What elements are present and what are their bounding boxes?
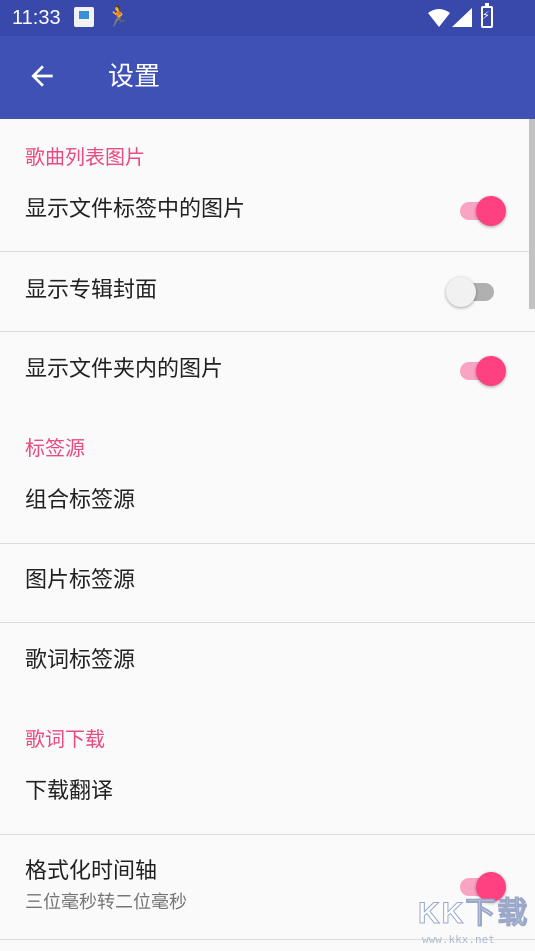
setting-show-album-cover[interactable]: 显示专辑封面 (0, 252, 535, 331)
section-header-list-images: 歌曲列表图片 (25, 145, 145, 169)
app-notification-icon (74, 7, 94, 27)
watermark: KK下载 www.kkx.net (417, 897, 530, 947)
setting-lyrics-tag-source[interactable]: 歌词标签源 (0, 623, 535, 703)
setting-title: 显示文件夹内的图片 (25, 357, 224, 382)
status-time: 11:33 (12, 7, 61, 29)
battery-charging-icon (481, 3, 493, 28)
section-header-lyrics-download: 歌词下载 (25, 727, 105, 751)
show-album-cover-switch[interactable] (446, 275, 508, 309)
setting-title: 下载翻译 (25, 779, 114, 804)
status-bar: 11:33 🏃 (0, 0, 535, 36)
setting-subtitle: 三位毫秒转二位毫秒 (25, 892, 187, 913)
wifi-icon (428, 9, 450, 27)
app-bar: 设置 (0, 36, 535, 119)
setting-title: 图片标签源 (25, 568, 136, 593)
show-tag-images-switch[interactable] (458, 194, 508, 228)
page-title: 设置 (108, 62, 161, 92)
running-icon: 🏃 (106, 4, 131, 28)
setting-download-translation[interactable]: 下载翻译 (0, 755, 535, 834)
show-folder-images-switch[interactable] (458, 354, 508, 388)
setting-title: 组合标签源 (25, 488, 136, 513)
cell-signal-icon (452, 8, 472, 27)
setting-image-tag-source[interactable]: 图片标签源 (0, 544, 535, 623)
setting-combined-tag-source[interactable]: 组合标签源 (0, 464, 535, 543)
section-header-tag-source: 标签源 (25, 436, 85, 460)
arrow-back-icon[interactable] (26, 60, 58, 92)
setting-show-tag-images[interactable]: 显示文件标签中的图片 (0, 175, 535, 251)
watermark-logo: KK下载 (417, 897, 530, 931)
setting-title: 格式化时间轴 (25, 859, 158, 884)
setting-title: 歌词标签源 (25, 648, 136, 673)
setting-title: 显示专辑封面 (25, 278, 158, 303)
scrollbar[interactable] (529, 119, 535, 309)
setting-title: 显示文件标签中的图片 (25, 197, 246, 222)
setting-show-folder-images[interactable]: 显示文件夹内的图片 (0, 332, 535, 412)
watermark-url: www.kkx.net (422, 933, 495, 946)
